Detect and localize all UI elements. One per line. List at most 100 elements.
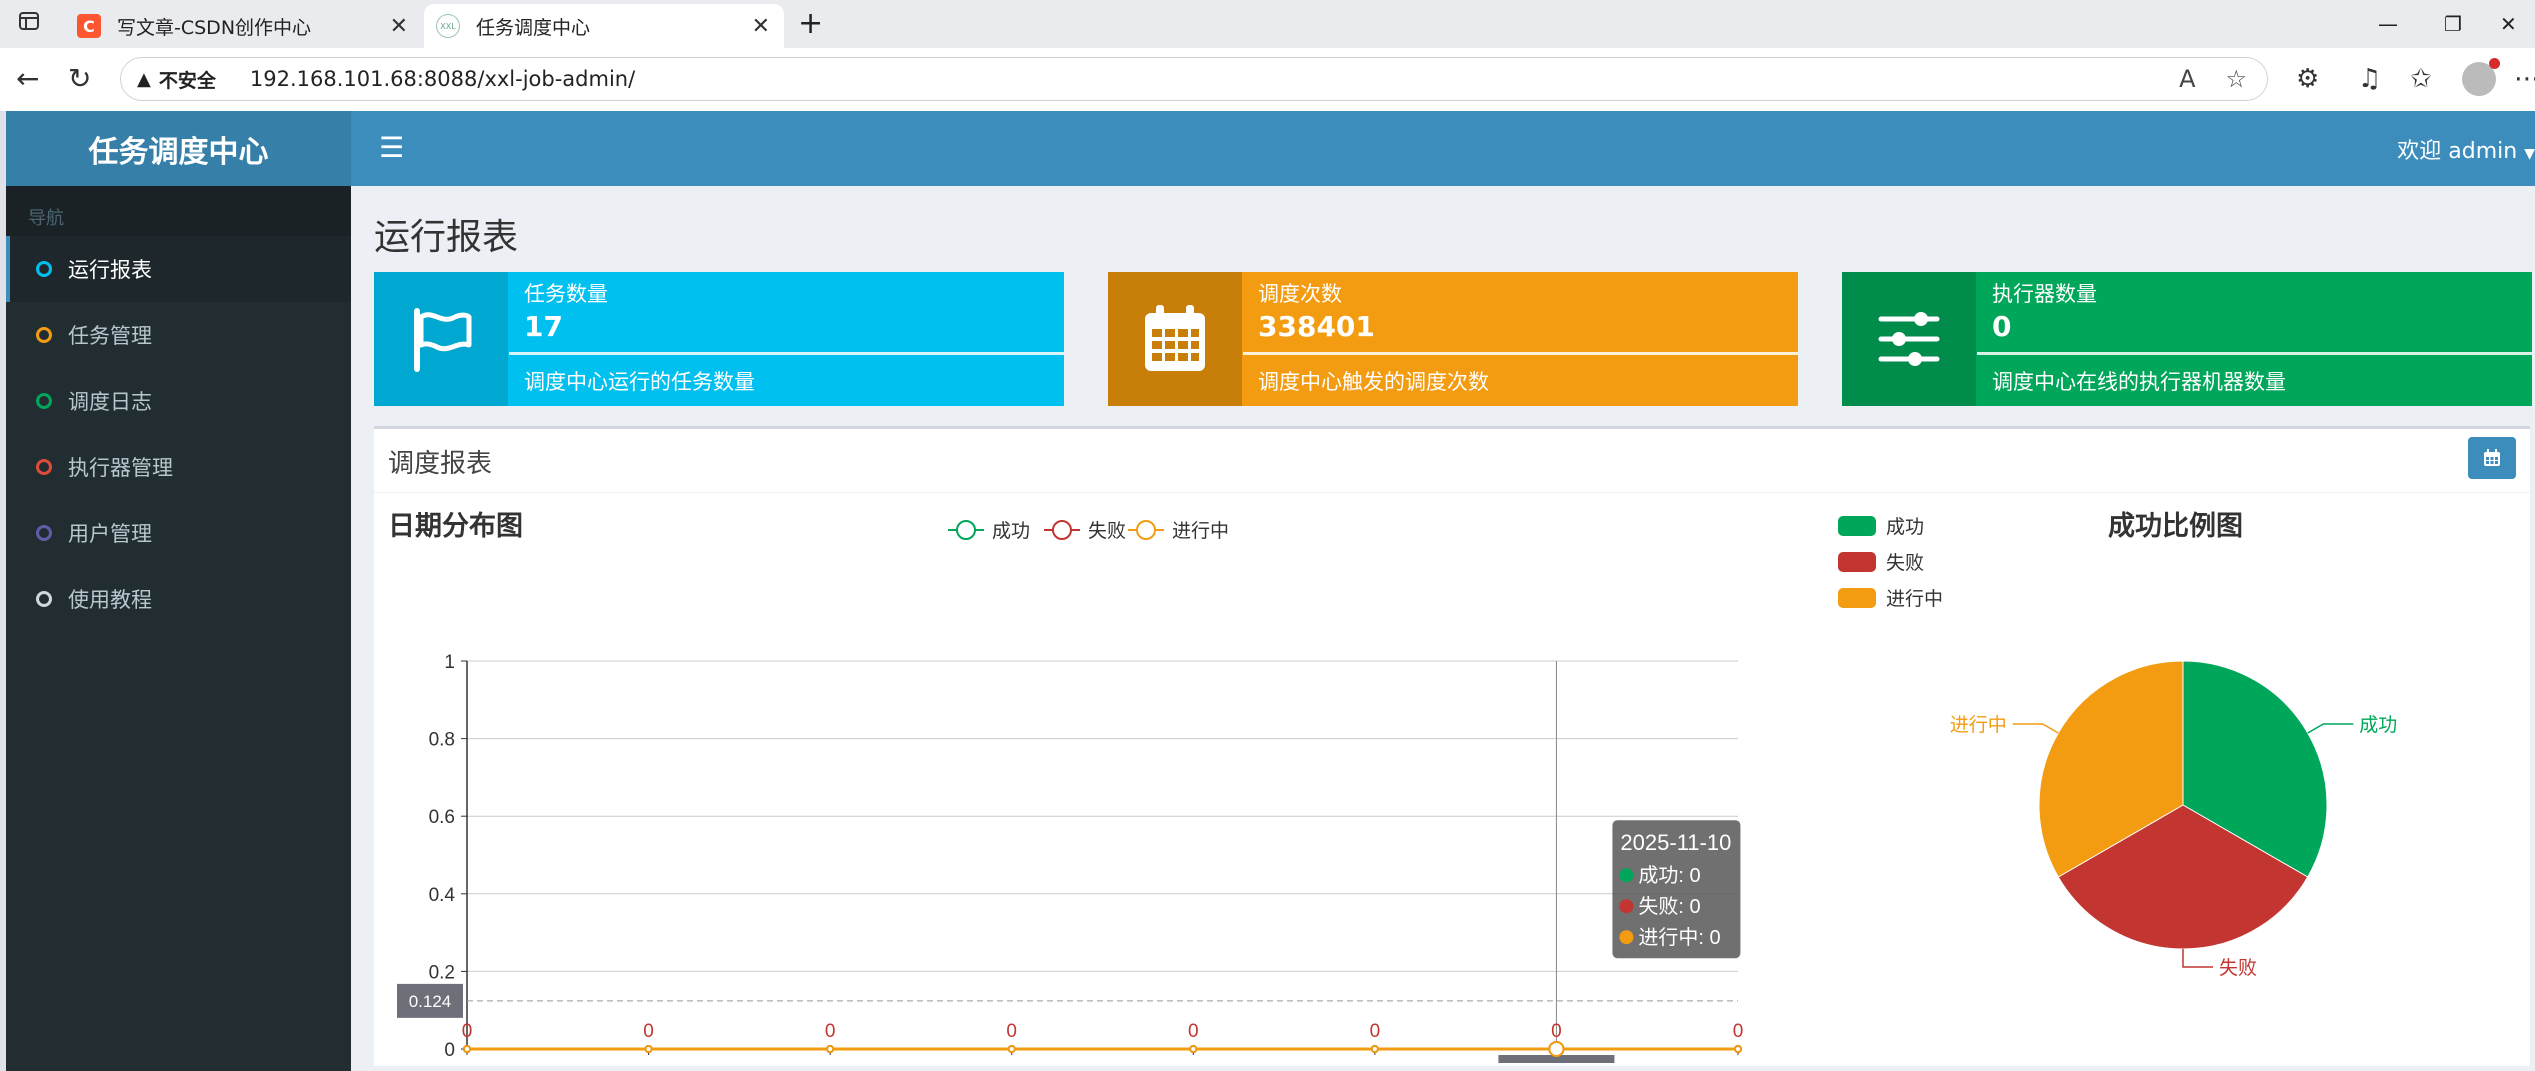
close-icon[interactable]: ✕ — [752, 14, 770, 39]
sidebar: 导航 运行报表 任务管理 调度日志 执行器管理 用户管理 使用教程 — [6, 186, 351, 1071]
sidebar-item-executors[interactable]: 执行器管理 — [6, 434, 351, 500]
sidebar-item-label: 运行报表 — [68, 258, 152, 282]
sidebar-item-jobs[interactable]: 任务管理 — [6, 302, 351, 368]
info-box-triggers: 调度次数 338401 调度中心触发的调度次数 — [1108, 272, 1798, 406]
tab-actions-icon[interactable] — [18, 10, 40, 37]
data-label: 0 — [1551, 1021, 1562, 1042]
pie-legend-item-0: 成功 — [1838, 516, 1924, 538]
top-navbar: ☰ 欢迎 admin ▼ — [351, 111, 2535, 186]
report-box: 调度报表 日期分布图成功失败进行中00.20.40.60.810.1242025… — [374, 426, 2530, 1066]
minimize-icon[interactable]: — — [2378, 12, 2398, 36]
x-tick-label: 2025-11-04 — [419, 1061, 515, 1063]
new-tab-button[interactable]: + — [798, 6, 823, 41]
tooltip-row: 失败: 0 — [1638, 895, 1700, 918]
sidebar-item-logs[interactable]: 调度日志 — [6, 368, 351, 434]
pie-legend-item-1: 失败 — [1838, 552, 1924, 574]
user-menu[interactable]: 欢迎 admin ▼ — [2397, 133, 2535, 165]
favorite-star-icon[interactable]: ☆ — [2225, 65, 2247, 93]
progress-bar — [1243, 352, 1798, 355]
main-content: 运行报表 任务数量 17 调度中心运行的任务数量 调度次数 338401 调度中… — [351, 186, 2535, 1071]
x-tick-label: 2025-11-11 — [1691, 1061, 1785, 1063]
media-icon[interactable]: ♫ — [2358, 64, 2381, 94]
pie-label: 成功 — [2359, 714, 2397, 736]
pie-label-line — [2012, 723, 2059, 734]
circle-icon — [36, 525, 52, 541]
pie-chart: 成功比例图成功失败进行中成功失败进行中 — [1838, 511, 2397, 979]
x-tick-label: 2025-11-07 — [964, 1061, 1060, 1063]
url-text[interactable]: 192.168.101.68:8088/xxl-job-admin/ — [250, 67, 635, 91]
data-label: 0 — [1006, 1021, 1017, 1042]
y-tick-label: 0.4 — [429, 885, 456, 906]
y-tick-label: 0.8 — [429, 730, 455, 751]
xxl-favicon-icon: XXL — [436, 14, 460, 38]
data-label: 0 — [1733, 1021, 1744, 1042]
legend-item-0: 成功 — [948, 520, 1030, 542]
calendar-small-icon — [2484, 449, 2500, 466]
restore-icon[interactable]: ❐ — [2444, 12, 2462, 36]
data-label: 0 — [825, 1021, 836, 1042]
circle-icon — [36, 327, 52, 343]
y-tick-label: 0.6 — [429, 807, 455, 828]
sidebar-item-users[interactable]: 用户管理 — [6, 500, 351, 566]
tab-csdn[interactable]: C 写文章-CSDN创作中心 ✕ — [65, 4, 422, 48]
sidebar-item-label: 使用教程 — [68, 588, 152, 612]
back-icon[interactable]: ← — [16, 62, 39, 95]
close-icon[interactable]: ✕ — [390, 14, 408, 39]
tooltip-title: 2025-11-10 — [1620, 830, 1731, 855]
extensions-icon[interactable]: ⚙ — [2296, 64, 2319, 94]
y-tick-label: 1 — [444, 652, 455, 673]
reload-icon[interactable]: ↻ — [68, 62, 91, 95]
legend-item-1: 失败 — [1044, 520, 1126, 542]
legend-label: 进行中 — [1172, 520, 1229, 542]
pie-chart-title: 成功比例图 — [2108, 511, 2243, 541]
data-point — [826, 1045, 835, 1053]
pie-legend-label: 成功 — [1886, 516, 1924, 538]
info-box-executors: 执行器数量 0 调度中心在线的执行器机器数量 — [1842, 272, 2532, 406]
data-label: 0 — [1370, 1021, 1381, 1042]
circle-icon — [36, 393, 52, 409]
tooltip: 2025-11-10 成功: 0 失败: 0 进行中: 0 — [1612, 820, 1741, 959]
app-logo[interactable]: 任务调度中心 — [6, 111, 351, 186]
progress-bar — [1977, 352, 2532, 355]
warning-icon: ▲ — [137, 68, 151, 90]
pie-legend-label: 失败 — [1886, 552, 1924, 574]
x-tick-label: 2025-11-05 — [601, 1061, 697, 1063]
charts-area: 日期分布图成功失败进行中00.20.40.60.810.1242025-11-0… — [388, 511, 2397, 1063]
more-icon[interactable]: ⋯ — [2514, 64, 2535, 94]
tooltip-row: 成功: 0 — [1638, 864, 1700, 887]
window-close-icon[interactable]: ✕ — [2500, 12, 2517, 36]
circle-icon — [36, 459, 52, 475]
tooltip-row: 进行中: 0 — [1638, 926, 1720, 949]
sliders-icon — [1842, 272, 1976, 406]
legend-label: 失败 — [1088, 520, 1126, 542]
data-point — [644, 1045, 653, 1053]
pie-label: 失败 — [2219, 957, 2257, 979]
pie-label-line — [2307, 723, 2354, 734]
favorites-icon[interactable]: ✩ — [2410, 64, 2432, 94]
data-point — [1734, 1045, 1742, 1053]
x-tick-label: 2025-11-08 — [1145, 1061, 1241, 1063]
insecure-label: 不安全 — [158, 69, 216, 92]
pointer-value: 0.124 — [409, 992, 452, 1011]
info-box-jobs: 任务数量 17 调度中心运行的任务数量 — [374, 272, 1064, 406]
page-title: 运行报表 — [374, 217, 519, 258]
info-box-value: 17 — [524, 310, 563, 343]
info-box-title: 任务数量 — [524, 282, 608, 306]
sidebar-item-help[interactable]: 使用教程 — [6, 566, 351, 632]
date-range-button[interactable] — [2468, 437, 2516, 479]
pie-label-line — [2182, 949, 2213, 968]
tab-xxl-job[interactable]: XXL 任务调度中心 ✕ — [424, 4, 784, 48]
welcome-text: 欢迎 admin — [2397, 139, 2518, 164]
browser-tab-strip: C 写文章-CSDN创作中心 ✕ XXL 任务调度中心 ✕ + — ❐ ✕ — [0, 0, 2535, 48]
data-point — [1370, 1045, 1379, 1053]
sidebar-item-report[interactable]: 运行报表 — [6, 236, 351, 302]
address-bar[interactable]: ▲ 不安全 192.168.101.68:8088/xxl-job-admin/… — [120, 57, 2268, 101]
read-aloud-icon[interactable]: A — [2179, 65, 2195, 93]
line-chart-title: 日期分布图 — [388, 511, 523, 541]
pie-legend-item-2: 进行中 — [1838, 588, 1943, 610]
info-box-title: 调度次数 — [1258, 282, 1342, 306]
sidebar-item-label: 执行器管理 — [68, 456, 173, 480]
x-tick-label: 2025-11-06 — [782, 1061, 878, 1063]
profile-avatar[interactable] — [2462, 58, 2500, 96]
sidebar-toggle-icon[interactable]: ☰ — [379, 131, 404, 164]
